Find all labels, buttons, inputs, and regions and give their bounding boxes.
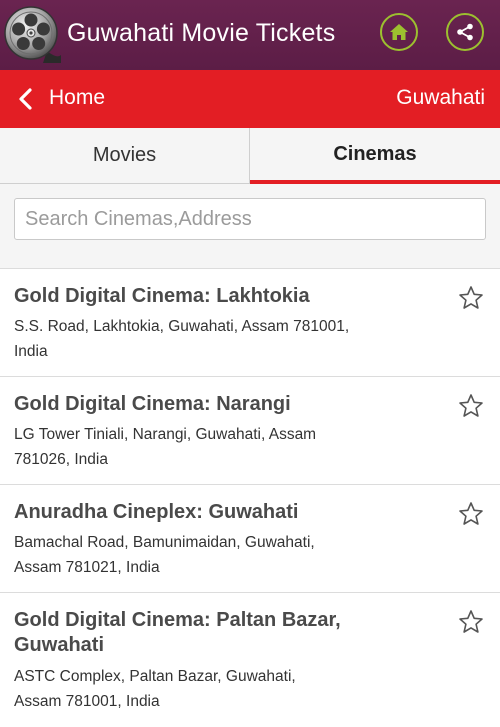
cinema-name: Anuradha Cineplex: Guwahati <box>14 501 299 523</box>
star-outline-icon[interactable] <box>458 393 484 419</box>
star-outline-icon[interactable] <box>458 609 484 635</box>
back-home-button[interactable]: Home <box>0 70 150 128</box>
cinema-name: Gold Digital Cinema: Narangi <box>14 393 291 415</box>
cinema-address: ASTC Complex, Paltan Bazar, Guwahati, As… <box>14 668 296 710</box>
cinema-address: Bamachal Road, Bamunimaidan, Guwahati, A… <box>14 534 315 576</box>
cinema-address: LG Tower Tiniali, Narangi, Guwahati, Ass… <box>14 426 317 468</box>
home-icon <box>390 24 408 40</box>
search-bar <box>0 184 500 269</box>
list-item[interactable]: Gold Digital Cinema: Paltan Bazar, Guwah… <box>0 593 500 727</box>
app-title: Guwahati Movie Tickets <box>67 19 336 47</box>
cinema-list: Gold Digital Cinema: Lakhtokia S.S. Road… <box>0 269 500 727</box>
list-item[interactable]: Gold Digital Cinema: Lakhtokia S.S. Road… <box>0 269 500 377</box>
list-item[interactable]: Gold Digital Cinema: Narangi LG Tower Ti… <box>0 377 500 485</box>
app-screen: Guwahati Movie Tickets Home Guwahati Mov… <box>0 0 500 727</box>
city-selector[interactable]: Guwahati <box>396 86 485 110</box>
search-input[interactable] <box>14 198 486 240</box>
film-reel-icon <box>4 6 61 63</box>
home-button[interactable] <box>380 13 418 51</box>
app-header: Guwahati Movie Tickets <box>0 0 500 70</box>
tab-cinemas[interactable]: Cinemas <box>250 128 500 184</box>
share-icon <box>457 23 473 41</box>
cinema-address: S.S. Road, Lakhtokia, Guwahati, Assam 78… <box>14 318 350 360</box>
chevron-left-icon <box>19 88 32 110</box>
nav-bar: Home Guwahati <box>0 70 500 128</box>
list-item[interactable]: Anuradha Cineplex: Guwahati Bamachal Roa… <box>0 485 500 593</box>
star-outline-icon[interactable] <box>458 501 484 527</box>
tab-bar: Movies Cinemas <box>0 128 500 184</box>
cinema-name: Gold Digital Cinema: Paltan Bazar, Guwah… <box>14 609 341 656</box>
back-label: Home <box>49 86 106 109</box>
tab-movies[interactable]: Movies <box>0 128 250 184</box>
star-outline-icon[interactable] <box>458 285 484 311</box>
cinema-name: Gold Digital Cinema: Lakhtokia <box>14 285 310 307</box>
share-button[interactable] <box>446 13 484 51</box>
